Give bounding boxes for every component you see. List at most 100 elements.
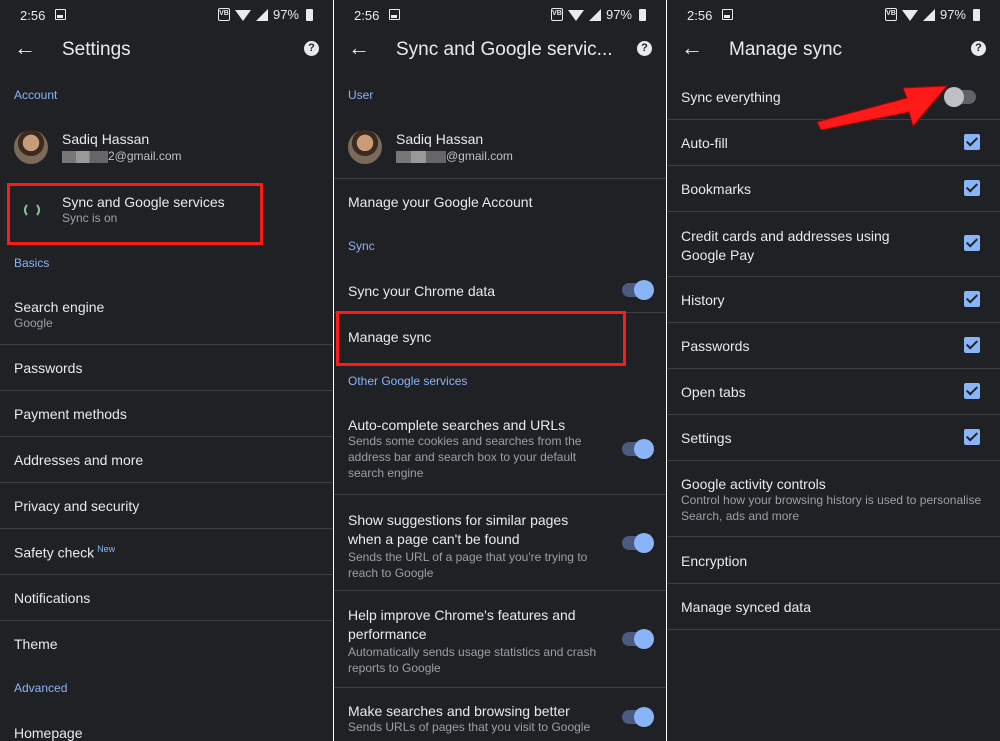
passwords-item[interactable]: Passwords [0, 360, 333, 376]
section-account: Account [14, 88, 58, 102]
vibrate-icon: VB [550, 8, 563, 21]
item-label: Addresses and more [14, 452, 144, 468]
item-description: Automatically sends usage statistics and… [348, 645, 597, 675]
back-arrow-icon[interactable]: ← [681, 37, 703, 59]
safety-check-item[interactable]: Safety check New [0, 544, 333, 561]
item-label: History [681, 292, 725, 308]
status-time: 2:56 [20, 8, 46, 23]
settings-panel: 2:56 VB 97% ← Settings ? Account Sadiq H… [0, 0, 333, 741]
battery-icon [639, 8, 646, 21]
open-tabs-checkbox[interactable] [964, 383, 980, 399]
divider [667, 165, 1000, 166]
encryption-item[interactable]: Encryption [667, 553, 1000, 569]
divider [0, 390, 333, 391]
section-sync: Sync [348, 239, 375, 253]
theme-item[interactable]: Theme [0, 636, 333, 652]
toolbar: ← Settings ? [0, 30, 333, 70]
user-name: Sadiq Hassan [62, 131, 150, 147]
homepage-item[interactable]: Homepage [0, 725, 333, 741]
help-icon[interactable]: ? [971, 41, 986, 56]
settings-checkbox[interactable] [964, 429, 980, 445]
divider [0, 620, 333, 621]
toolbar: ← Sync and Google servic... ? [334, 30, 666, 70]
divider [0, 574, 333, 575]
credit-cards-checkbox[interactable] [964, 235, 980, 251]
improve-chrome-toggle[interactable] [622, 629, 654, 649]
divider [334, 494, 666, 495]
item-label: Open tabs [681, 384, 746, 400]
manage-synced-data-item[interactable]: Manage synced data [667, 599, 1000, 615]
bookmarks-checkbox[interactable] [964, 180, 980, 196]
divider [334, 590, 666, 591]
divider [667, 583, 1000, 584]
autocomplete-toggle[interactable] [622, 439, 654, 459]
addresses-item[interactable]: Addresses and more [0, 452, 333, 468]
history-checkbox[interactable] [964, 291, 980, 307]
highlight-box [336, 311, 626, 366]
highlight-box [7, 183, 263, 245]
item-label: Privacy and security [14, 498, 140, 514]
battery-percent: 97% [605, 7, 632, 22]
sync-chrome-data-item[interactable]: Sync your Chrome data [334, 283, 666, 299]
activity-controls-item[interactable]: Google activity controls Control how you… [667, 476, 986, 524]
status-bar: 2:56 VB 97% [667, 0, 1000, 30]
item-label: Show suggestions for similar pages when … [348, 512, 569, 547]
divider [667, 460, 1000, 461]
divider [667, 629, 1000, 630]
history-item[interactable]: History [667, 292, 1000, 308]
arrow-shape [816, 85, 949, 130]
wifi-icon [901, 10, 918, 21]
new-badge: New [97, 544, 116, 554]
help-icon[interactable]: ? [637, 41, 652, 56]
sync-chrome-data-toggle[interactable] [622, 280, 654, 300]
searches-browsing-item[interactable]: Make searches and browsing better Sends … [334, 703, 604, 735]
avatar [14, 130, 48, 164]
red-arrow-annotation [816, 85, 949, 130]
item-label: Homepage [14, 725, 83, 741]
notifications-item[interactable]: Notifications [0, 590, 333, 606]
vibrate-icon: VB [884, 8, 897, 21]
section-basics: Basics [14, 256, 50, 270]
back-arrow-icon[interactable]: ← [348, 37, 370, 59]
credit-cards-item[interactable]: Credit cards and addresses using Google … [667, 227, 938, 265]
payment-methods-item[interactable]: Payment methods [0, 406, 333, 422]
privacy-security-item[interactable]: Privacy and security [0, 498, 333, 514]
battery-percent: 97% [939, 7, 966, 22]
item-label: Auto-fill [681, 135, 728, 151]
passwords-checkbox[interactable] [964, 337, 980, 353]
help-icon[interactable]: ? [304, 41, 319, 56]
redacted-email [62, 150, 108, 163]
wifi-icon [567, 10, 584, 21]
avatar [348, 130, 382, 164]
user-email: @gmail.com [396, 149, 513, 163]
autofill-checkbox[interactable] [964, 134, 980, 150]
manage-google-account-item[interactable]: Manage your Google Account [334, 194, 666, 210]
suggestions-toggle[interactable] [622, 533, 654, 553]
item-label: Google activity controls [681, 476, 826, 492]
bookmarks-item[interactable]: Bookmarks [667, 181, 1000, 197]
autofill-item[interactable]: Auto-fill [667, 135, 1000, 151]
passwords-item[interactable]: Passwords [667, 338, 1000, 354]
improve-chrome-item[interactable]: Help improve Chrome's features and perfo… [334, 606, 604, 676]
suggestions-item[interactable]: Show suggestions for similar pages when … [334, 511, 604, 581]
search-engine-item[interactable]: Search engine Google [0, 299, 333, 331]
back-arrow-icon[interactable]: ← [14, 37, 36, 59]
searches-browsing-toggle[interactable] [622, 707, 654, 727]
divider [667, 322, 1000, 323]
section-advanced: Advanced [14, 681, 68, 695]
item-label: Payment methods [14, 406, 127, 422]
open-tabs-item[interactable]: Open tabs [667, 384, 1000, 400]
divider [667, 276, 1000, 277]
settings-item[interactable]: Settings [667, 430, 1000, 446]
signal-icon [588, 8, 601, 21]
sync-everything-toggle[interactable] [944, 87, 976, 107]
autocomplete-item[interactable]: Auto-complete searches and URLs Sends so… [334, 417, 604, 481]
page-title: Settings [62, 39, 131, 60]
sync-services-panel: 2:56 VB 97% ← Sync and Google servic... … [334, 0, 666, 741]
item-label: Notifications [14, 590, 91, 606]
divider [667, 536, 1000, 537]
search-engine-label: Search engine [14, 299, 105, 315]
divider [0, 528, 333, 529]
battery-icon [973, 8, 980, 21]
item-label: Sync your Chrome data [348, 283, 496, 299]
